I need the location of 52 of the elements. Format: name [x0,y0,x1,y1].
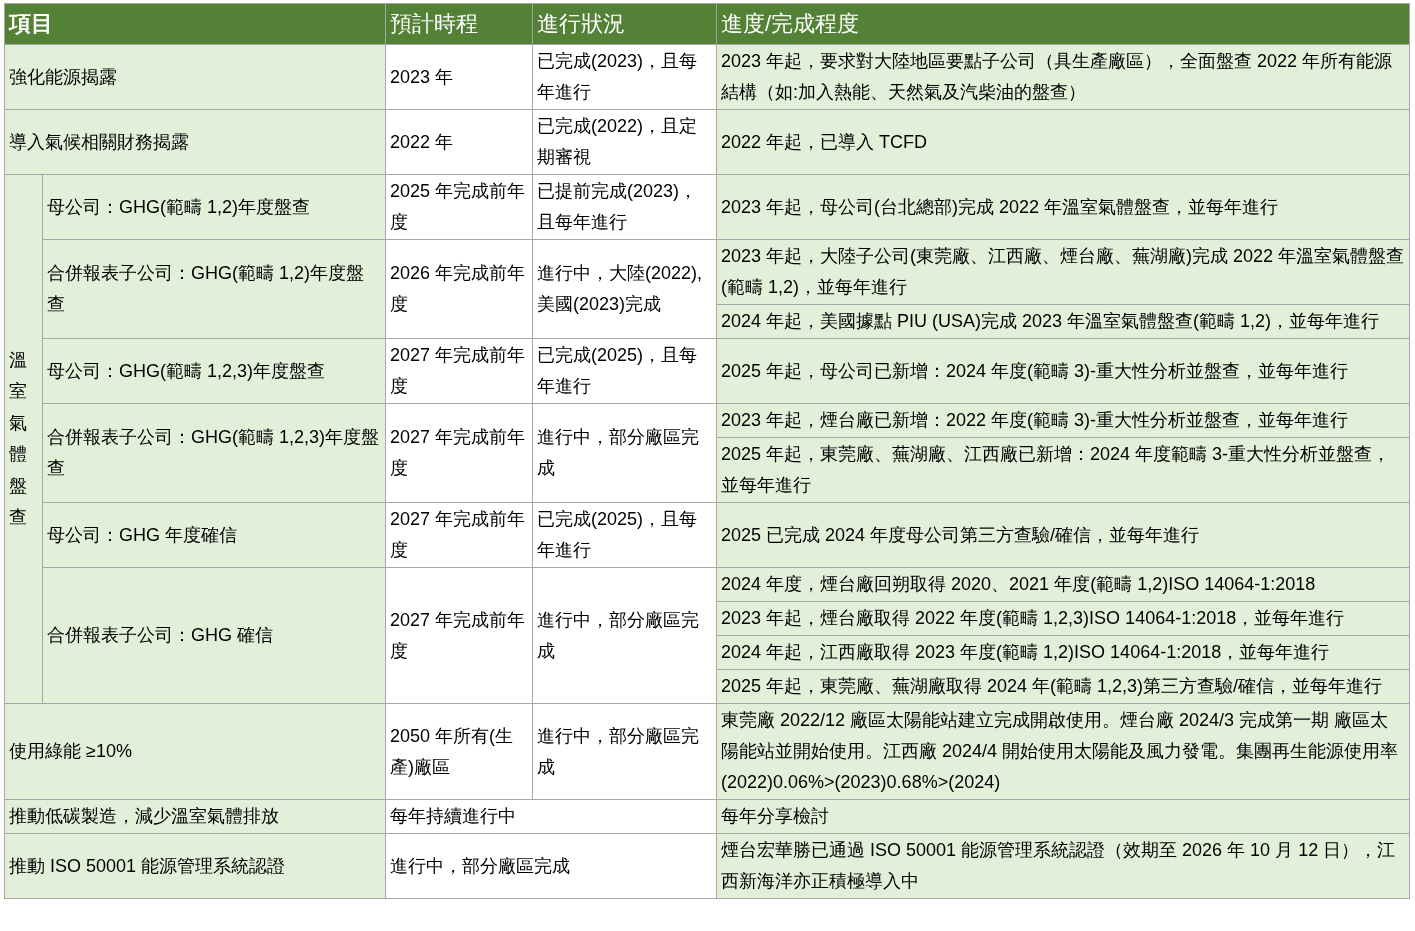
table-cell: 進行中，部分廠區完成 [385,833,717,899]
table-cell: 2027 年完成前年度 [385,502,533,568]
table-cell: 2027 年完成前年度 [385,567,533,704]
table-cell: 合併報表子公司：GHG(範疇 1,2)年度盤查 [42,239,386,339]
table-cell: 已完成(2025)，且每年進行 [532,338,717,404]
table-cell: 母公司：GHG(範疇 1,2,3)年度盤查 [42,338,386,404]
table-cell: 2026 年完成前年度 [385,239,533,339]
table-cell: 進行中，部分廠區完成 [532,403,717,503]
column-header: 項目 [4,3,386,45]
row-group-label: 溫室氣體盤查 [9,348,27,529]
table-cell: 2025 年起，東莞廠、蕪湖廠、江西廠已新增：2024 年度範疇 3-重大性分析並盤查，並每年進行 [716,437,1410,503]
table-cell: 2024 年起，江西廠取得 2023 年度(範疇 1,2)ISO 14064-1:2018，並每年進行 [716,635,1410,670]
table-cell: 2025 年完成前年度 [385,174,533,240]
table-cell: 已完成(2025)，且每年進行 [532,502,717,568]
column-header: 進行狀況 [532,3,717,45]
table-cell: 已完成(2022)，且定期審視 [532,109,717,175]
table-cell: 進行中，部分廠區完成 [532,703,717,800]
table-cell: 2025 年起，母公司已新增：2024 年度(範疇 3)-重大性分析並盤查，並每年進行 [716,338,1410,404]
table-cell: 2024 年度，煙台廠回朔取得 2020、2021 年度(範疇 1,2)ISO 14064-1:2018 [716,567,1410,602]
table-cell: 東莞廠 2022/12 廠區太陽能站建立完成開啟使用。煙台廠 2024/3 完成第一期 廠區太陽能站並開始使用。江西廠 2024/4 開始使用太陽能及風力發電。集團再生能源使用率(2022)0.06%>(2023)0.68%>(2024) [716,703,1410,800]
table-cell: 合併報表子公司：GHG(範疇 1,2,3)年度盤查 [42,403,386,503]
table-cell: 2023 年起，母公司(台北總部)完成 2022 年溫室氣體盤查，並每年進行 [716,174,1410,240]
table-cell: 每年分享檢討 [716,799,1410,834]
table-cell: 進行中，大陸(2022),美國(2023)完成 [532,239,717,339]
table-cell: 2023 年起，要求對大陸地區要點子公司（具生產廠區），全面盤查 2022 年所有能源結構（如:加入熱能、天然氣及汽柴油的盤查） [716,44,1410,110]
table-cell: 2022 年起，已導入 TCFD [716,109,1410,175]
table-cell: 2025 已完成 2024 年度母公司第三方查驗/確信，並每年進行 [716,502,1410,568]
table-cell: 母公司：GHG 年度確信 [42,502,386,568]
table-cell: 2027 年完成前年度 [385,338,533,404]
table-cell: 2023 年起，煙台廠已新增：2022 年度(範疇 3)-重大性分析並盤查，並每年進行 [716,403,1410,438]
table-cell: 合併報表子公司：GHG 確信 [42,567,386,704]
table-cell: 推動 ISO 50001 能源管理系統認證 [4,833,386,899]
table-cell: 2024 年起，美國據點 PIU (USA)完成 2023 年溫室氣體盤查(範疇 1,2)，並每年進行 [716,304,1410,339]
table-cell: 導入氣候相關財務揭露 [4,109,386,175]
column-header: 進度/完成程度 [716,3,1410,45]
table-cell: 已完成(2023)，且每年進行 [532,44,717,110]
table-cell: 推動低碳製造，減少溫室氣體排放 [4,799,386,834]
table-cell: 每年持續進行中 [385,799,717,834]
table-cell: 2027 年完成前年度 [385,403,533,503]
table-cell: 煙台宏華勝已通過 ISO 50001 能源管理系統認證（效期至 2026 年 10 月 12 日），江西新海洋亦正積極導入中 [716,833,1410,899]
table-cell: 母公司：GHG(範疇 1,2)年度盤查 [42,174,386,240]
table-cell: 2023 年起，煙台廠取得 2022 年度(範疇 1,2,3)ISO 14064-1:2018，並每年進行 [716,601,1410,636]
table-cell: 使用綠能 ≥10% [4,703,386,800]
table-cell: 2023 年起，大陸子公司(東莞廠、江西廠、煙台廠、蕪湖廠)完成 2022 年溫室氣體盤查(範疇 1,2)，並每年進行 [716,239,1410,305]
table-cell: 已提前完成(2023)，且每年進行 [532,174,717,240]
table-cell: 2025 年起，東莞廠、蕪湖廠取得 2024 年(範疇 1,2,3)第三方查驗/確信，並每年進行 [716,669,1410,704]
table-cell: 強化能源揭露 [4,44,386,110]
column-header: 預計時程 [385,3,533,45]
table-cell: 2023 年 [385,44,533,110]
table-cell: 進行中，部分廠區完成 [532,567,717,704]
table-cell: 2050 年所有(生產)廠區 [385,703,533,800]
table-cell: 2022 年 [385,109,533,175]
